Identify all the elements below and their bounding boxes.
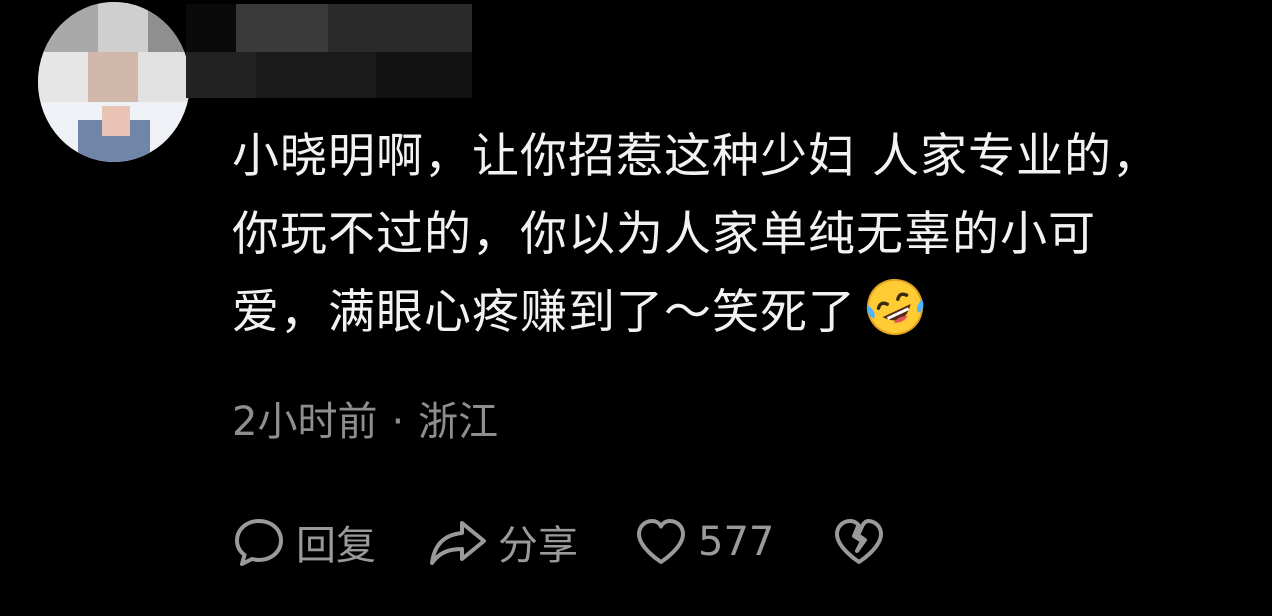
- like-button[interactable]: 577: [634, 515, 774, 569]
- meta-separator: ·: [391, 399, 405, 445]
- share-button[interactable]: 分享: [428, 513, 578, 571]
- comment-bubble-icon: [235, 519, 283, 566]
- comment-line: 小晓明啊，让你招惹这种少妇 人家专业的，: [232, 129, 1160, 184]
- comment-line: 爱，满眼心疼赚到了～笑死了: [232, 274, 1242, 352]
- share-label: 分享: [498, 523, 578, 569]
- comment-location: 浙江: [418, 399, 499, 445]
- comment-action-bar: 回复 分享 577: [232, 510, 886, 574]
- like-count: 577: [698, 519, 775, 565]
- avatar[interactable]: [38, 2, 190, 162]
- reply-label: 回复: [296, 523, 376, 569]
- dislike-button[interactable]: [832, 515, 886, 569]
- rolling-on-floor-laughing-emoji: [866, 278, 924, 336]
- comment-line: 你玩不过的，你以为人家单纯无辜的小可: [232, 207, 1096, 262]
- comment-text: 小晓明啊，让你招惹这种少妇 人家专业的， 你玩不过的，你以为人家单纯无辜的小可 …: [232, 118, 1242, 352]
- comment-meta: 2小时前 · 浙江: [232, 392, 498, 452]
- heart-icon: [637, 519, 685, 564]
- broken-heart-icon: [835, 519, 884, 564]
- reply-button[interactable]: 回复: [232, 513, 376, 571]
- comment-time: 2小时前: [232, 399, 378, 445]
- share-arrow-icon: [430, 521, 486, 565]
- username-censored[interactable]: [186, 4, 472, 98]
